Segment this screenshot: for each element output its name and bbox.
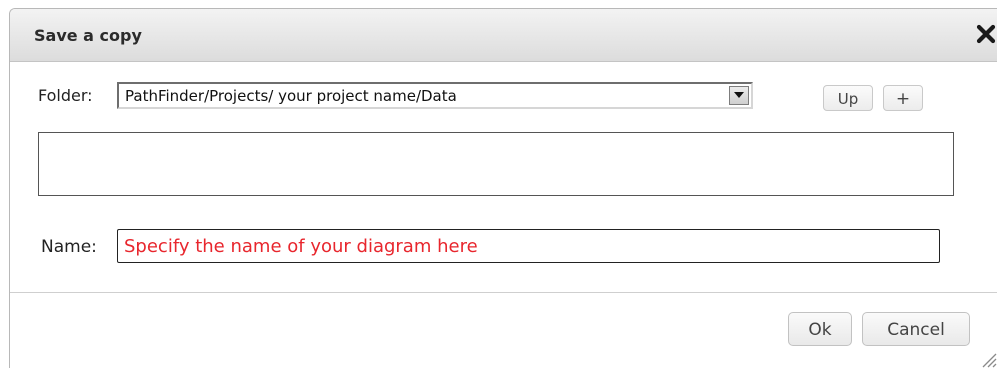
folder-contents-list[interactable] bbox=[38, 132, 954, 196]
folder-select[interactable]: PathFinder/Projects/ your project name/D… bbox=[117, 82, 753, 109]
up-button[interactable]: Up bbox=[823, 85, 873, 111]
folder-selected-value: PathFinder/Projects/ your project name/D… bbox=[125, 87, 457, 105]
new-folder-button[interactable]: + bbox=[883, 85, 923, 111]
folder-label: Folder: bbox=[38, 86, 93, 105]
ok-button[interactable]: Ok bbox=[788, 312, 852, 346]
name-label: Name: bbox=[41, 237, 97, 257]
dialog-title: Save a copy bbox=[34, 26, 142, 45]
resize-grip-icon[interactable] bbox=[979, 350, 997, 368]
dialog-titlebar[interactable]: Save a copy bbox=[10, 9, 997, 62]
diagram-name-input[interactable] bbox=[117, 229, 940, 263]
chevron-down-icon bbox=[734, 92, 744, 98]
cancel-button[interactable]: Cancel bbox=[862, 312, 970, 346]
save-copy-dialog: Save a copy Folder: PathFinder/Projects/… bbox=[9, 8, 997, 368]
close-icon[interactable] bbox=[975, 23, 997, 45]
footer-divider bbox=[10, 292, 997, 293]
dropdown-button[interactable] bbox=[729, 86, 749, 105]
